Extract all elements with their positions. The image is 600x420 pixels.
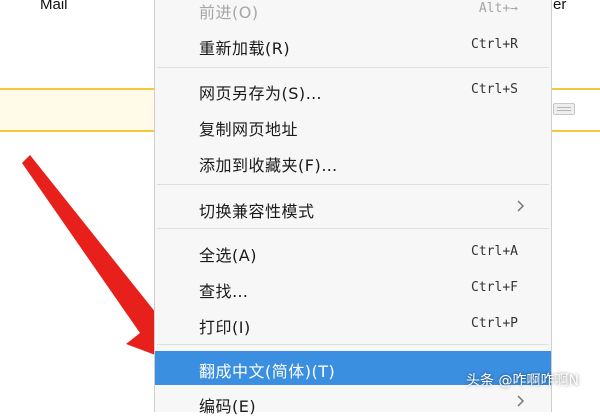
menu-item-label: 编码(E): [199, 397, 257, 416]
menu-item-shortcut: Ctrl+P: [471, 316, 518, 331]
menu-separator: [157, 67, 549, 68]
menu-item-add-to-favorites[interactable]: 添加到收藏夹(F)…: [155, 145, 551, 179]
menu-separator: [157, 344, 549, 345]
menu-item-shortcut: Ctrl+R: [471, 37, 518, 52]
menu-item-save-page-as[interactable]: 网页另存为(S)… Ctrl+S: [155, 73, 551, 107]
chevron-right-icon: [517, 395, 525, 407]
menu-separator: [157, 228, 549, 229]
menu-item-label: 复制网页地址: [199, 120, 299, 139]
menu-item-forward: 前进(O) Alt+→: [155, 0, 551, 26]
menu-item-shortcut: Ctrl+F: [471, 280, 518, 295]
menu-item-label: 添加到收藏夹(F)…: [199, 156, 338, 175]
chevron-right-icon: [517, 200, 525, 212]
watermark: 头条 @咋啊咋啊N: [466, 373, 579, 389]
menu-item-label: 打印(I): [199, 318, 251, 337]
menu-item-compatibility-mode[interactable]: 切换兼容性模式: [155, 191, 551, 225]
menu-separator: [157, 184, 549, 185]
menu-item-print[interactable]: 打印(I) Ctrl+P: [155, 307, 551, 341]
menu-item-label: 前进(O): [199, 3, 259, 22]
keyboard-icon[interactable]: [553, 103, 575, 115]
menu-item-label: 翻成中文(简体)(T): [199, 362, 336, 381]
menu-item-select-all[interactable]: 全选(A) Ctrl+A: [155, 235, 551, 269]
mail-link[interactable]: Mail: [40, 0, 68, 13]
menu-item-copy-page-address[interactable]: 复制网页地址: [155, 109, 551, 143]
menu-item-shortcut: Ctrl+S: [471, 82, 518, 97]
menu-item-shortcut: Ctrl+A: [471, 244, 518, 259]
menu-item-find[interactable]: 查找… Ctrl+F: [155, 271, 551, 305]
menu-item-shortcut: Alt+→: [478, 1, 518, 16]
menu-item-label: 查找…: [199, 282, 249, 301]
menu-item-label: 全选(A): [199, 246, 257, 265]
search-bar-left-segment[interactable]: [0, 88, 154, 132]
header-link-fragment[interactable]: er: [553, 0, 566, 13]
menu-item-reload[interactable]: 重新加载(R) Ctrl+R: [155, 28, 551, 62]
menu-item-label: 切换兼容性模式: [199, 202, 315, 221]
context-menu: 前进(O) Alt+→ 重新加载(R) Ctrl+R 网页另存为(S)… Ctr…: [154, 0, 552, 416]
menu-item-label: 网页另存为(S)…: [199, 84, 323, 103]
menu-item-label: 重新加载(R): [199, 39, 291, 58]
